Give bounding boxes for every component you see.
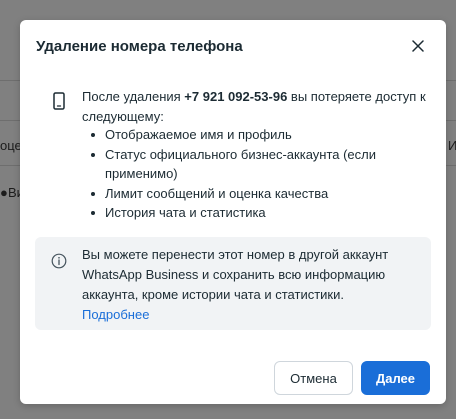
phone-icon [53,92,65,110]
close-icon [412,40,424,52]
close-button[interactable] [408,36,428,56]
list-item: Отображаемое имя и профиль [82,125,422,145]
info-text: Вы можете перенести этот номер в другой … [82,245,417,325]
background-radio-icon: ● [0,185,8,200]
cancel-button[interactable]: Отмена [274,361,353,395]
info-icon [51,253,67,269]
list-item: Статус официального бизнес-аккаунта (есл… [82,145,422,184]
delete-phone-dialog: Удаление номера телефона После удаления … [20,20,446,404]
background-row-text: Ви [8,185,20,200]
dialog-intro-text: После удаления +7 921 092-53-96 вы потер… [82,87,432,126]
intro-prefix: После удаления [82,89,185,104]
dialog-title: Удаление номера телефона [36,38,243,55]
info-message: Вы можете перенести этот номер в другой … [82,247,389,302]
learn-more-link[interactable]: Подробнее [82,305,417,325]
phone-number: +7 921 092-53-96 [184,89,288,104]
lost-access-list: Отображаемое имя и профиль Статус официа… [82,125,422,223]
background-column-header: И [448,138,456,153]
list-item: История чата и статистика [82,203,422,223]
next-button[interactable]: Далее [361,361,430,395]
background-column-header: оцен [0,138,20,153]
info-notice: Вы можете перенести этот номер в другой … [35,237,431,330]
list-item: Лимит сообщений и оценка качества [82,184,422,204]
